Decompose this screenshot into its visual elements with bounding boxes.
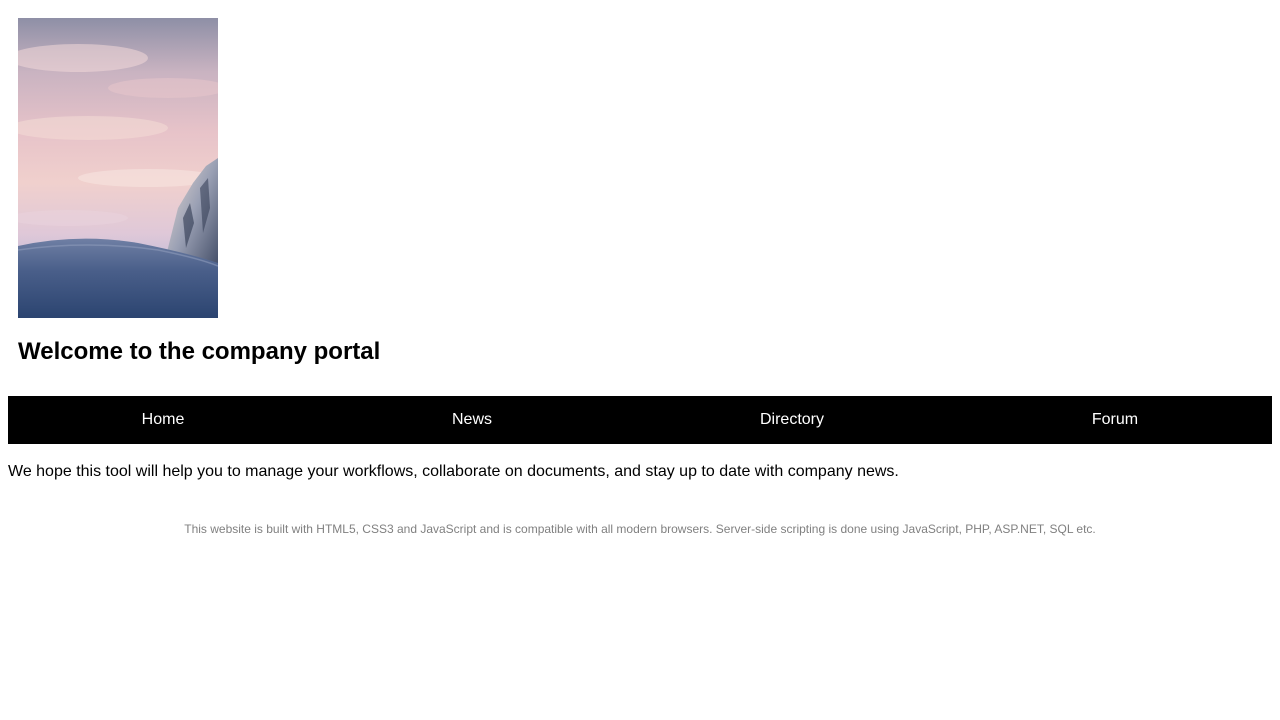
header <box>18 18 218 318</box>
intro-text: We hope this tool will help you to manag… <box>8 463 899 480</box>
page-title: Welcome to the company portal <box>18 338 381 365</box>
mountain-sunset-image <box>18 18 218 318</box>
footer-text: This website is built with HTML5, CSS3 a… <box>184 522 1096 536</box>
nav-item-forum[interactable]: Forum <box>1092 396 1138 444</box>
nav-item-home[interactable]: Home <box>142 396 185 444</box>
nav-item-news[interactable]: News <box>452 396 492 444</box>
main-nav: Home News Directory Forum <box>8 396 1272 444</box>
page: Welcome to the company portal Home News … <box>0 0 1280 720</box>
nav-item-directory[interactable]: Directory <box>760 396 824 444</box>
